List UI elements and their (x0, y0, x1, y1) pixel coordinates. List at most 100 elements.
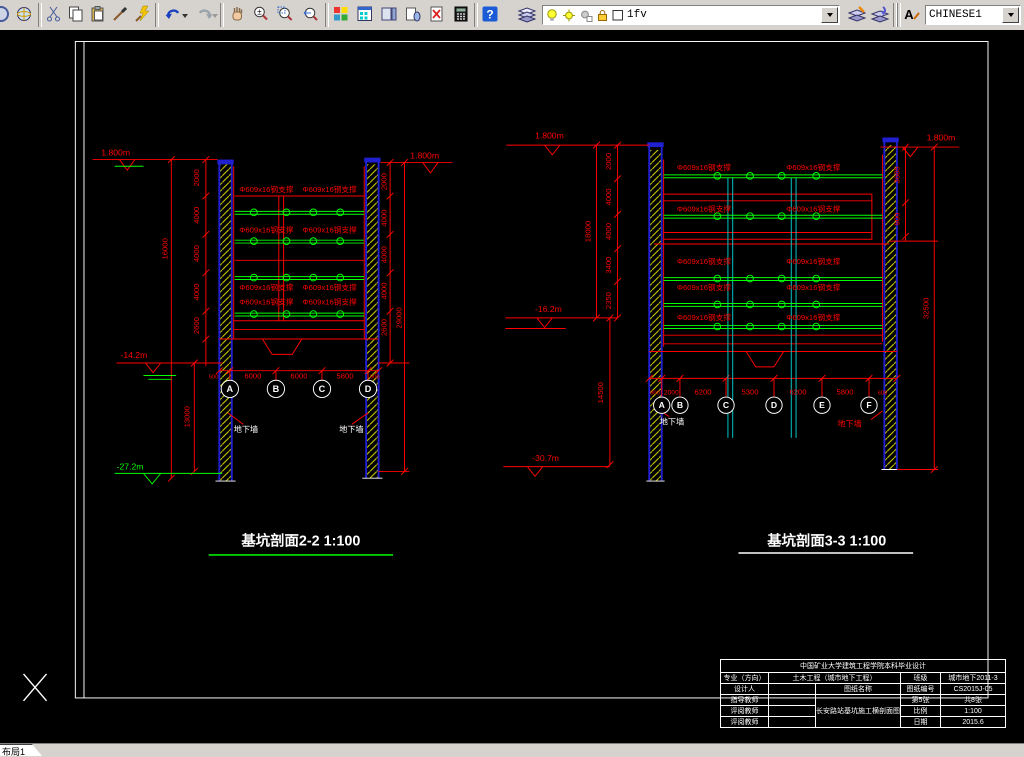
drawing-canvas[interactable]: Φ609x16钢支撑 Φ609x16钢支撑 Φ609x16钢支撑 Φ609x16… (0, 30, 1024, 744)
text-style-dropdown[interactable]: CHINESE1 (925, 5, 1021, 25)
elevation-label: -14.2m (120, 350, 147, 360)
dim-label: 6200 (789, 388, 806, 397)
layout-tab-label: 布局1 (2, 747, 26, 757)
layer-dropdown[interactable]: 1fv (542, 5, 840, 25)
steel-support-label: Φ609x16钢支撑 (239, 184, 294, 194)
layer-on-bulb-icon[interactable] (546, 8, 559, 23)
zoom-previous-icon[interactable] (299, 3, 321, 25)
redo-button[interactable] (190, 3, 218, 25)
title-block: 中国矿业大学建筑工程学院本科毕业设计 专业（方向） 土木工程（城市地下工程） 班… (719, 659, 1007, 728)
sheet-border (74, 41, 989, 699)
major-value: 土木工程（城市地下工程） (768, 672, 901, 684)
layer-vpfreeze-icon[interactable] (579, 8, 593, 23)
dim-label: 2600 (379, 319, 388, 336)
grid-bubble-label: D (365, 384, 372, 394)
paste-icon[interactable] (87, 3, 109, 25)
style-dropdown-arrow[interactable] (1002, 7, 1019, 23)
dim-label: 3685 (893, 166, 902, 183)
markup-icon[interactable] (426, 3, 448, 25)
steel-support-label: Φ609x16钢支撑 (786, 162, 841, 172)
diaphragm-wall (366, 164, 379, 479)
dim-label: 4000 (604, 223, 613, 240)
grid-bubble-label: B (677, 400, 683, 410)
dim-label: 4000 (379, 246, 388, 263)
grid-bubble-label: E (819, 400, 825, 410)
dim-label: 2350 (604, 292, 613, 309)
ucs-icon (22, 673, 48, 702)
redo-dropdown-icon[interactable] (212, 14, 218, 18)
separator (38, 3, 42, 27)
tab-layout1[interactable]: 布局1 (0, 744, 42, 757)
sheet-set-icon[interactable] (402, 3, 424, 25)
undo-button[interactable] (160, 3, 188, 25)
layer-states-icon[interactable] (846, 3, 868, 25)
reviewer2-label: 评阅教师 (720, 716, 769, 728)
match-properties-icon[interactable] (131, 3, 153, 25)
copy-icon[interactable] (65, 3, 87, 25)
layer-dropdown-arrow[interactable] (821, 7, 838, 23)
dim-label: 5300 (741, 388, 758, 397)
layer-lock-icon[interactable] (596, 8, 609, 23)
section-2-2-drawing: Φ609x16钢支撑 Φ609x16钢支撑 Φ609x16钢支撑 Φ609x16… (92, 148, 453, 556)
steel-support-label: Φ609x16钢支撑 (303, 282, 358, 292)
diaphragm-wall (884, 145, 897, 470)
wall-label: 地下墙 (660, 416, 684, 426)
dim-label: 500 (209, 374, 219, 380)
dim-label: 14500 (596, 382, 605, 403)
grid-bubble-label: C (723, 400, 729, 410)
dim-label: 4000 (192, 283, 201, 300)
drawing-number-label: 图纸编号 (900, 683, 941, 695)
layer-freeze-sun-icon[interactable] (562, 8, 576, 23)
tool-palettes-icon[interactable] (378, 3, 400, 25)
date-label: 日期 (900, 716, 941, 728)
designcenter-icon[interactable] (354, 3, 376, 25)
elevation-label: -30.7m (532, 453, 559, 463)
properties-icon[interactable] (330, 3, 352, 25)
dim-label: 4000 (192, 207, 201, 224)
zoom-window-icon[interactable] (274, 3, 296, 25)
layers-icon[interactable] (516, 3, 538, 25)
layer-color-swatch[interactable] (612, 8, 624, 23)
brush-icon[interactable] (109, 3, 131, 25)
designer-value (768, 683, 816, 695)
grid-bubble-label: A (659, 400, 665, 410)
undo-dropdown-icon[interactable] (182, 14, 188, 18)
steel-support-labels: Φ609x16钢支撑 Φ609x16钢支撑 Φ609x16钢支撑 Φ609x16… (239, 184, 357, 306)
dim-label: 16000 (160, 238, 169, 259)
dim-label: 2000 (379, 173, 388, 190)
publish-web-icon[interactable] (13, 3, 35, 25)
pan-icon[interactable] (226, 3, 248, 25)
zoom-realtime-icon[interactable]: ± (250, 3, 272, 25)
help-glyph: ? (486, 8, 493, 22)
steel-support-label: Φ609x16钢支撑 (239, 224, 294, 234)
scale-value: 1:100 (939, 705, 1007, 717)
titleblock-header: 中国矿业大学建筑工程学院本科毕业设计 (719, 659, 1007, 673)
dim-label: 32500 (922, 298, 931, 319)
designer-label: 设计人 (720, 683, 769, 695)
text-style-icon[interactable]: A (901, 3, 923, 25)
dim-label: 2000 (604, 153, 613, 170)
partial-tool-icon[interactable] (0, 3, 12, 25)
drawing-name-label: 图纸名称 (815, 683, 901, 695)
steel-struts (114, 165, 365, 485)
cut-icon[interactable] (43, 3, 65, 25)
steel-support-label: Φ609x16钢支撑 (239, 282, 294, 292)
grid-bubbles: A B C D (220, 379, 378, 399)
steel-support-label: Φ609x16钢支撑 (677, 256, 732, 266)
main-toolbar: ± ? 1fv A CHINESE1 (0, 0, 1024, 31)
reviewer1-value (768, 705, 816, 717)
steel-support-label: Φ609x16钢支撑 (786, 282, 841, 292)
steel-support-label: Φ609x16钢支撑 (303, 224, 358, 234)
elevation-label: -27.2m (117, 462, 144, 472)
dim-label: 18000 (584, 221, 593, 242)
steel-struts (663, 172, 883, 331)
calculator-icon[interactable] (450, 3, 472, 25)
cad-drawing-svg: Φ609x16钢支撑 Φ609x16钢支撑 Φ609x16钢支撑 Φ609x16… (22, 41, 989, 702)
dim-label: 2600 (192, 317, 201, 334)
dim-label: 2000 (192, 169, 201, 186)
current-style-name: CHINESE1 (929, 9, 982, 21)
steel-support-labels: Φ609x16钢支撑 Φ609x16钢支撑 Φ609x16钢支撑 Φ609x16… (677, 162, 841, 322)
dim-label: 4000 (192, 245, 201, 262)
layer-previous-icon[interactable] (869, 3, 891, 25)
help-icon[interactable]: ? (479, 3, 501, 25)
